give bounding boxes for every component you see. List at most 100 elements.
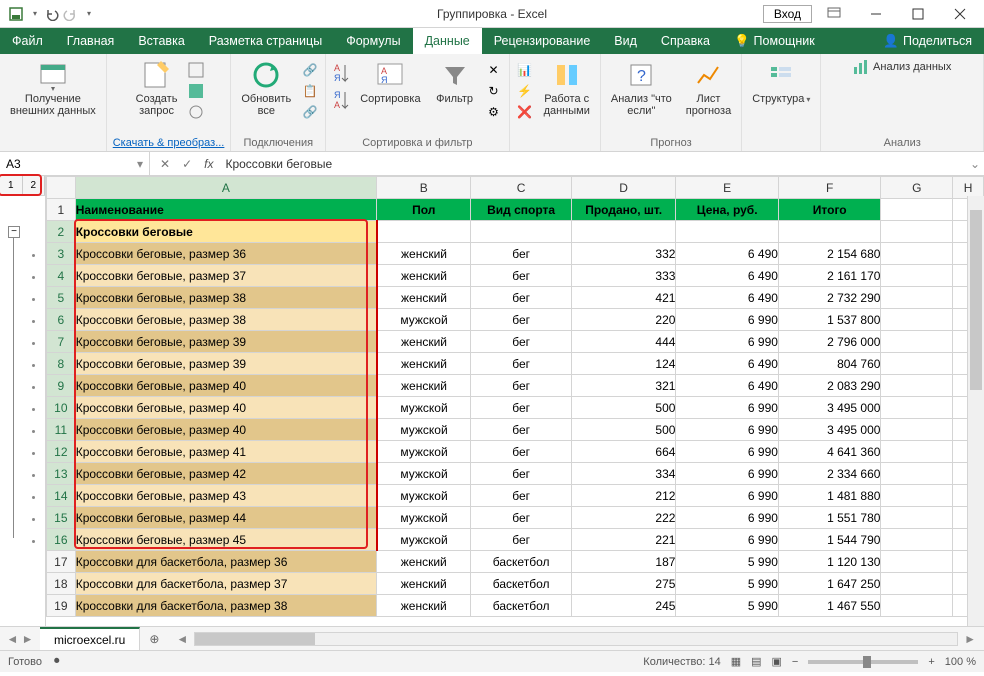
cell[interactable]: 2 796 000 bbox=[778, 331, 881, 353]
cell[interactable]: бег bbox=[471, 265, 571, 287]
row-header[interactable]: 9 bbox=[47, 375, 76, 397]
cell[interactable]: 6 490 bbox=[676, 353, 779, 375]
row-header[interactable]: 6 bbox=[47, 309, 76, 331]
table-header[interactable]: Вид спорта bbox=[471, 199, 571, 221]
reapply-icon[interactable]: ↻ bbox=[485, 82, 503, 100]
zoom-out-icon[interactable]: − bbox=[792, 656, 798, 668]
data-tools-button[interactable]: Работа с данными bbox=[540, 57, 594, 119]
new-query-button[interactable]: Создать запрос bbox=[132, 57, 182, 119]
cell[interactable]: 1 467 550 bbox=[778, 595, 881, 617]
tab-help[interactable]: Справка bbox=[649, 28, 722, 54]
expand-formula-icon[interactable]: ⌄ bbox=[966, 152, 984, 175]
redo-icon[interactable] bbox=[62, 6, 78, 22]
table-header[interactable]: Цена, руб. bbox=[676, 199, 779, 221]
cell[interactable]: мужской bbox=[377, 463, 471, 485]
what-if-button[interactable]: ?Анализ "что если" bbox=[607, 57, 676, 119]
cell[interactable]: 1 551 780 bbox=[778, 507, 881, 529]
row-header[interactable]: 1 bbox=[47, 199, 76, 221]
row-header[interactable]: 7 bbox=[47, 331, 76, 353]
cell[interactable]: 2 083 290 bbox=[778, 375, 881, 397]
cell[interactable]: женский bbox=[377, 353, 471, 375]
cell[interactable]: мужской bbox=[377, 485, 471, 507]
cell[interactable]: 421 bbox=[571, 287, 676, 309]
cell[interactable]: 275 bbox=[571, 573, 676, 595]
cell[interactable]: 1 120 130 bbox=[778, 551, 881, 573]
view-layout-icon[interactable]: ▤ bbox=[751, 655, 761, 668]
login-button[interactable]: Вход bbox=[763, 5, 812, 23]
outline-collapse-button[interactable]: − bbox=[8, 226, 20, 238]
show-queries-icon[interactable] bbox=[187, 61, 205, 79]
cell[interactable]: 3 495 000 bbox=[778, 419, 881, 441]
zoom-in-icon[interactable]: + bbox=[928, 656, 934, 668]
cell[interactable]: 1 544 790 bbox=[778, 529, 881, 551]
cell-name[interactable]: Кроссовки беговые, размер 39 bbox=[75, 331, 376, 353]
cell[interactable]: 1 481 880 bbox=[778, 485, 881, 507]
qat-customize[interactable] bbox=[80, 6, 96, 22]
cell[interactable]: баскетбол bbox=[471, 595, 571, 617]
cell-name[interactable]: Кроссовки для баскетбола, размер 37 bbox=[75, 573, 376, 595]
group-cell[interactable]: Кроссовки беговые bbox=[75, 221, 376, 243]
cell[interactable]: 187 bbox=[571, 551, 676, 573]
tab-review[interactable]: Рецензирование bbox=[482, 28, 603, 54]
cell[interactable]: 500 bbox=[571, 397, 676, 419]
name-box[interactable]: A3▾ bbox=[0, 152, 150, 175]
cell[interactable]: 3 495 000 bbox=[778, 397, 881, 419]
cell-name[interactable]: Кроссовки беговые, размер 45 bbox=[75, 529, 376, 551]
sort-desc-button[interactable]: ЯА bbox=[332, 88, 350, 112]
vertical-scrollbar[interactable] bbox=[967, 196, 984, 626]
cell[interactable]: мужской bbox=[377, 397, 471, 419]
cell[interactable]: женский bbox=[377, 573, 471, 595]
table-header[interactable]: Пол bbox=[377, 199, 471, 221]
cell[interactable]: женский bbox=[377, 375, 471, 397]
cell[interactable]: бег bbox=[471, 243, 571, 265]
cell[interactable]: 6 990 bbox=[676, 529, 779, 551]
close-icon[interactable] bbox=[940, 0, 980, 28]
cell[interactable]: 4 641 360 bbox=[778, 441, 881, 463]
cell-name[interactable]: Кроссовки беговые, размер 43 bbox=[75, 485, 376, 507]
cell[interactable]: мужской bbox=[377, 507, 471, 529]
flash-fill-icon[interactable]: ⚡ bbox=[516, 82, 534, 100]
row-header[interactable]: 5 bbox=[47, 287, 76, 309]
cell[interactable]: бег bbox=[471, 507, 571, 529]
cell-name[interactable]: Кроссовки беговые, размер 38 bbox=[75, 287, 376, 309]
cell[interactable]: баскетбол bbox=[471, 551, 571, 573]
cell[interactable]: женский bbox=[377, 287, 471, 309]
tab-formulas[interactable]: Формулы bbox=[334, 28, 412, 54]
properties-icon[interactable]: 📋 bbox=[301, 82, 319, 100]
row-header[interactable]: 3 bbox=[47, 243, 76, 265]
row-header[interactable]: 4 bbox=[47, 265, 76, 287]
row-header[interactable]: 18 bbox=[47, 573, 76, 595]
tab-file[interactable]: Файл bbox=[0, 28, 55, 54]
row-header[interactable]: 12 bbox=[47, 441, 76, 463]
cell[interactable]: 222 bbox=[571, 507, 676, 529]
undo-icon[interactable] bbox=[44, 6, 60, 22]
zoom-slider[interactable] bbox=[808, 660, 918, 664]
connections-icon[interactable]: 🔗 bbox=[301, 61, 319, 79]
table-header[interactable]: Итого bbox=[778, 199, 881, 221]
cell-name[interactable]: Кроссовки беговые, размер 42 bbox=[75, 463, 376, 485]
cell[interactable]: 333 bbox=[571, 265, 676, 287]
cell[interactable]: мужской bbox=[377, 529, 471, 551]
cell[interactable]: мужской bbox=[377, 309, 471, 331]
col-header[interactable]: D bbox=[571, 177, 676, 199]
cell[interactable]: 212 bbox=[571, 485, 676, 507]
cell[interactable]: 6 490 bbox=[676, 375, 779, 397]
from-table-icon[interactable] bbox=[187, 82, 205, 100]
cell[interactable]: 6 990 bbox=[676, 507, 779, 529]
cell[interactable]: баскетбол bbox=[471, 573, 571, 595]
cell[interactable]: 5 990 bbox=[676, 573, 779, 595]
cell[interactable]: 6 990 bbox=[676, 419, 779, 441]
minimize-icon[interactable] bbox=[856, 0, 896, 28]
cell[interactable]: бег bbox=[471, 353, 571, 375]
cell[interactable]: 124 bbox=[571, 353, 676, 375]
cell[interactable]: 500 bbox=[571, 419, 676, 441]
row-header[interactable]: 13 bbox=[47, 463, 76, 485]
horizontal-scrollbar[interactable]: ◄► bbox=[168, 627, 984, 650]
col-header[interactable]: C bbox=[471, 177, 571, 199]
view-pagebreak-icon[interactable]: ▣ bbox=[772, 655, 782, 668]
cell-name[interactable]: Кроссовки для баскетбола, размер 38 bbox=[75, 595, 376, 617]
cell-name[interactable]: Кроссовки беговые, размер 39 bbox=[75, 353, 376, 375]
enter-icon[interactable]: ✓ bbox=[182, 157, 192, 171]
formula-input[interactable]: Кроссовки беговые bbox=[225, 157, 332, 171]
row-header[interactable]: 15 bbox=[47, 507, 76, 529]
